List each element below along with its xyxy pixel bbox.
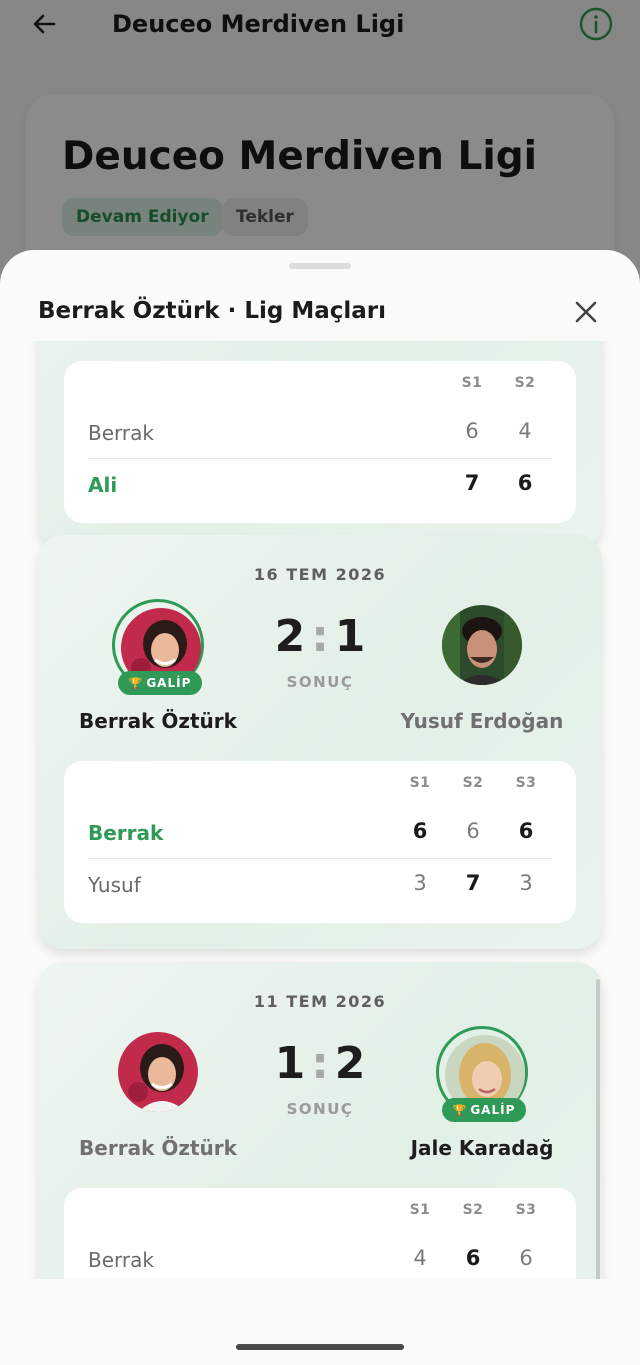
set-score-table: S1 S2 S3 Berrak 6 6 6 Yusuf 3 7 3 [64,761,576,923]
winner-badge-label: GALİP [470,1103,516,1117]
set-header: S2 [462,775,484,791]
row-player-name: Yusuf [88,873,141,897]
set-value: 3 [413,871,427,895]
set-row: Berrak 6 4 [88,407,552,459]
player-matches-sheet: Berrak Öztürk · Lig Maçları S1 S2 Berrak… [0,250,640,1365]
set-value: 6 [519,1246,533,1270]
set-header: S3 [515,775,537,791]
winner-badge: 🏆 GALİP [442,1098,526,1122]
set-row: Berrak 4 6 6 [88,1234,552,1279]
set-header: S3 [515,1202,537,1218]
match-list[interactable]: S1 S2 Berrak 6 4 Ali 7 6 16 TEM 2026 🏆 G… [0,341,640,1279]
close-icon[interactable] [568,294,604,330]
set-score-table: S1 S2 Berrak 6 4 Ali 7 6 [64,361,576,523]
player-right[interactable]: 🏆 GALİP Jale Karadağ [362,1022,602,1172]
avatar-ring [436,599,528,691]
match-date: 16 TEM 2026 [253,565,387,584]
row-player-name: Berrak [88,421,154,445]
winner-badge-label: GALİP [146,676,192,690]
scrollbar[interactable] [596,979,600,1279]
set-value: 3 [519,871,533,895]
score-right: 1 [334,611,366,662]
trophy-icon: 🏆 [128,677,144,690]
set-value: 6 [412,819,428,843]
match-card[interactable]: S1 S2 Berrak 6 4 Ali 7 6 [38,341,602,549]
avatar-ring [112,1026,204,1118]
set-value: 6 [518,819,534,843]
set-value: 6 [465,1246,481,1270]
winner-badge: 🏆 GALİP [118,671,202,695]
player-right[interactable]: Yusuf Erdoğan [362,595,602,745]
score-left: 2 [274,611,306,662]
set-value: 6 [465,419,479,443]
player-left[interactable]: Berrak Öztürk [38,1022,278,1172]
set-header: S2 [514,375,536,391]
set-row: Yusuf 3 7 3 [88,859,552,911]
match-card[interactable]: 11 TEM 2026 Berrak Öztürk 1: 2 SONUÇ 🏆 … [38,962,602,1279]
drag-handle[interactable] [289,263,351,269]
set-header: S1 [409,1202,431,1218]
row-player-name: Ali [88,473,118,497]
match-date: 11 TEM 2026 [253,992,387,1011]
set-row: Berrak 6 6 6 [88,807,552,859]
set-value: 4 [518,419,532,443]
score-left: 1 [274,1038,306,1089]
trophy-icon: 🏆 [452,1104,468,1117]
player-name: Berrak Öztürk [79,709,237,733]
set-row: Ali 7 6 [88,459,552,511]
set-value: 6 [466,819,480,843]
sheet-title: Berrak Öztürk · Lig Maçları [38,298,387,324]
player-left[interactable]: 🏆 GALİP Berrak Öztürk [38,595,278,745]
player-name: Berrak Öztürk [79,1136,237,1160]
score-right: 2 [334,1038,366,1089]
set-header: S2 [462,1202,484,1218]
row-player-name: Berrak [88,1248,154,1272]
home-indicator[interactable] [236,1344,404,1350]
set-header: S1 [409,775,431,791]
player-name: Yusuf Erdoğan [400,709,564,733]
avatar [118,1032,198,1112]
set-value: 6 [517,471,533,495]
row-player-name: Berrak [88,821,164,845]
set-score-table: S1 S2 S3 Berrak 4 6 6 [64,1188,576,1279]
avatar [442,605,522,685]
set-value: 4 [413,1246,427,1270]
match-card[interactable]: 16 TEM 2026 🏆 GALİP Berrak Öztürk 2: 1 … [38,535,602,949]
set-value: 7 [465,871,481,895]
set-header: S1 [461,375,483,391]
player-name: Jale Karadağ [410,1136,554,1160]
set-value: 7 [464,471,480,495]
